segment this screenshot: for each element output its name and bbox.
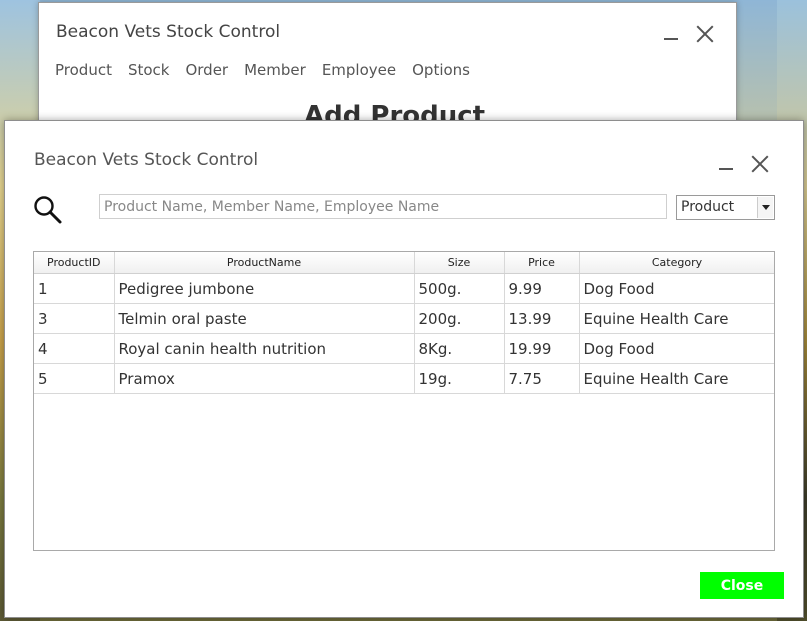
cell-size[interactable]: 200g. [414, 303, 505, 334]
cell-category[interactable]: Equine Health Care [579, 363, 774, 394]
menu-bar: Product Stock Order Member Employee Opti… [55, 61, 470, 79]
column-header-productid[interactable]: ProductID [34, 252, 115, 274]
cell-productid[interactable]: 3 [34, 303, 115, 334]
cell-productname[interactable]: Telmin oral paste [114, 303, 415, 334]
table-row[interactable]: 4 Royal canin health nutrition 8Kg. 19.9… [34, 333, 774, 364]
cell-productid[interactable]: 5 [34, 363, 115, 394]
minimize-icon[interactable] [664, 27, 678, 41]
table-row[interactable]: 3 Telmin oral paste 200g. 13.99 Equine H… [34, 303, 774, 334]
column-header-size[interactable]: Size [414, 252, 505, 274]
menu-item-member[interactable]: Member [244, 61, 306, 79]
table-row[interactable]: 5 Pramox 19g. 7.75 Equine Health Care [34, 363, 774, 394]
cell-category[interactable]: Dog Food [579, 333, 774, 364]
dialog-window-controls [719, 155, 769, 173]
cell-price[interactable]: 19.99 [504, 333, 580, 364]
window-controls [664, 25, 714, 43]
table-header-row: ProductID ProductName Size Price Categor… [34, 252, 774, 274]
cell-price[interactable]: 7.75 [504, 363, 580, 394]
filter-dropdown[interactable]: Product [676, 195, 775, 220]
cell-size[interactable]: 19g. [414, 363, 505, 394]
menu-item-order[interactable]: Order [185, 61, 228, 79]
cell-category[interactable]: Dog Food [579, 273, 774, 304]
column-header-price[interactable]: Price [504, 252, 580, 274]
cell-size[interactable]: 500g. [414, 273, 505, 304]
cell-price[interactable]: 9.99 [504, 273, 580, 304]
product-grid[interactable]: ProductID ProductName Size Price Categor… [33, 251, 775, 551]
cell-productname[interactable]: Royal canin health nutrition [114, 333, 415, 364]
menu-item-employee[interactable]: Employee [322, 61, 396, 79]
cell-productid[interactable]: 4 [34, 333, 115, 364]
dialog-title: Beacon Vets Stock Control [34, 150, 259, 170]
cell-price[interactable]: 13.99 [504, 303, 580, 334]
column-header-productname[interactable]: ProductName [114, 252, 415, 274]
cell-productname[interactable]: Pramox [114, 363, 415, 394]
cell-category[interactable]: Equine Health Care [579, 303, 774, 334]
minimize-icon[interactable] [719, 157, 733, 171]
menu-item-options[interactable]: Options [412, 61, 470, 79]
search-input[interactable] [99, 194, 667, 219]
filter-dropdown-value: Product [681, 199, 735, 215]
cell-productname[interactable]: Pedigree jumbone [114, 273, 415, 304]
window-title: Beacon Vets Stock Control [56, 22, 281, 42]
product-table: ProductID ProductName Size Price Categor… [34, 252, 774, 394]
cell-productid[interactable]: 1 [34, 273, 115, 304]
table-row[interactable]: 1 Pedigree jumbone 500g. 9.99 Dog Food [34, 273, 774, 304]
close-icon[interactable] [696, 25, 714, 43]
close-icon[interactable] [751, 155, 769, 173]
close-button[interactable]: Close [700, 572, 784, 599]
cell-size[interactable]: 8Kg. [414, 333, 505, 364]
search-dialog: Beacon Vets Stock Control Product Produc… [4, 120, 804, 618]
column-header-category[interactable]: Category [579, 252, 774, 274]
menu-item-stock[interactable]: Stock [128, 61, 170, 79]
search-icon[interactable] [33, 195, 63, 225]
chevron-down-icon[interactable] [757, 197, 773, 218]
menu-item-product[interactable]: Product [55, 61, 112, 79]
